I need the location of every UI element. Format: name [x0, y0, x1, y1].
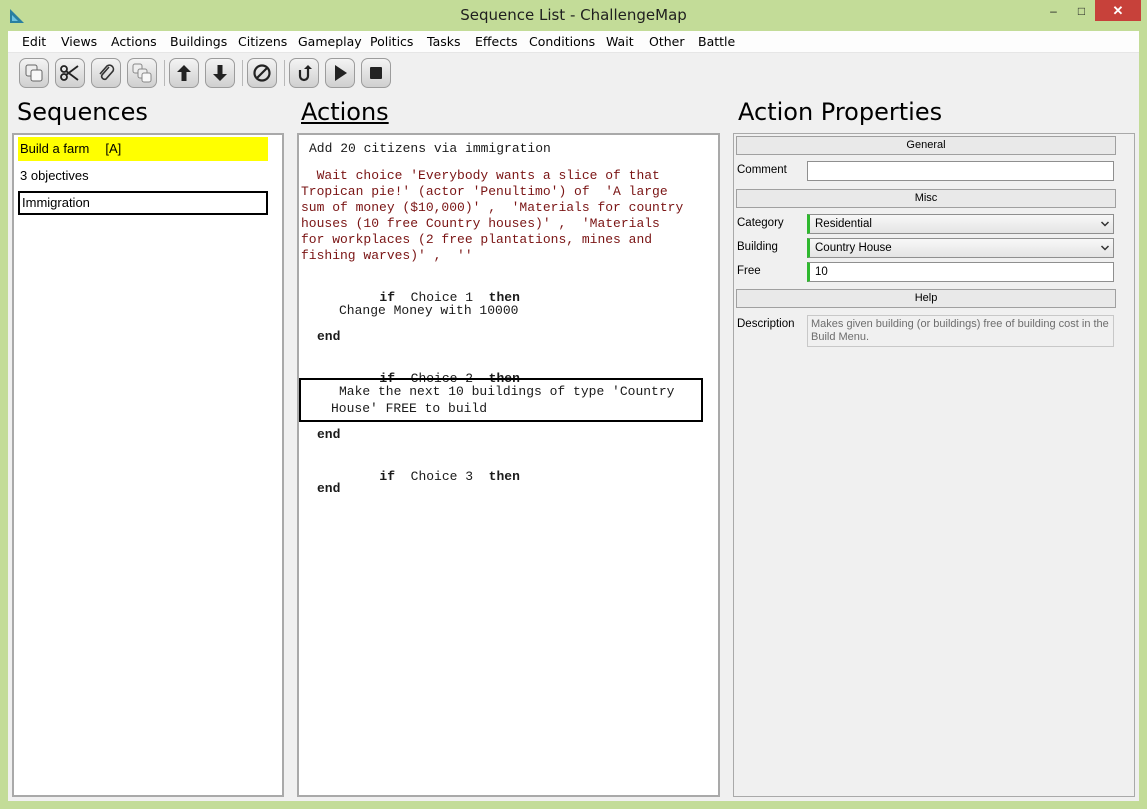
copy-icon [25, 64, 43, 82]
building-value: Country House [815, 242, 892, 254]
toolbar [8, 54, 1139, 92]
menu-buildings[interactable]: Buildings [170, 34, 227, 49]
move-up-button[interactable] [169, 58, 199, 88]
comment-label: Comment [737, 164, 787, 176]
menu-actions[interactable]: Actions [111, 34, 157, 49]
actions-title: Actions [301, 98, 389, 126]
paste-icon [99, 64, 115, 81]
action-wait-choice-line[interactable]: Tropican pie!' (actor 'Penultimo') of 'A… [301, 184, 668, 199]
sequence-item-label: 3 objectives [20, 168, 89, 183]
sequence-item-immigration[interactable]: Immigration [18, 191, 268, 215]
sequence-item-tag: [A] [105, 141, 122, 156]
category-label: Category [737, 217, 784, 229]
menu-views[interactable]: Views [61, 34, 97, 49]
action-wait-choice-line[interactable]: fishing warves)' , '' [301, 248, 473, 263]
sequence-item-label: Immigration [22, 195, 90, 210]
undo-button[interactable] [289, 58, 319, 88]
minimize-button[interactable]: – [1040, 0, 1067, 21]
duplicate-icon [132, 63, 152, 83]
disable-button[interactable] [247, 58, 277, 88]
then-keyword: then [488, 469, 520, 484]
free-field[interactable]: 10 [807, 262, 1114, 282]
chevron-down-icon [1100, 221, 1110, 227]
action-wait-choice-line[interactable]: sum of money ($10,000)' , 'Materials for… [301, 200, 683, 215]
action-change-money[interactable]: Change Money with 10000 [339, 303, 518, 318]
action-end[interactable]: end [317, 481, 340, 496]
arrow-up-icon [177, 65, 191, 81]
action-wait-choice-line[interactable]: for workplaces (2 free plantations, mine… [301, 232, 652, 247]
action-wait-choice-line[interactable]: Wait choice 'Everybody wants a slice of … [301, 168, 660, 183]
duplicate-button[interactable] [127, 58, 157, 88]
copy-button[interactable] [19, 58, 49, 88]
action-end[interactable]: end [317, 427, 340, 442]
paste-button[interactable] [91, 58, 121, 88]
sequence-list[interactable]: Build a farm [A] 3 objectives Immigration [12, 133, 284, 797]
action-wait-choice-line[interactable]: houses (10 free Country houses)' , 'Mate… [301, 216, 660, 231]
action-add-citizens[interactable]: Add 20 citizens via immigration [309, 141, 551, 156]
description-label: Description [737, 318, 795, 330]
menu-politics[interactable]: Politics [370, 34, 413, 49]
menu-citizens[interactable]: Citizens [238, 34, 287, 49]
cut-button[interactable] [55, 58, 85, 88]
sequence-item-label: Build a farm [20, 141, 90, 156]
help-section-header[interactable]: Help [736, 289, 1116, 308]
action-free-buildings-line: House' FREE to build [331, 401, 488, 416]
condition-text: Choice 3 [410, 469, 474, 484]
general-section-header[interactable]: General [736, 136, 1116, 155]
menu-wait[interactable]: Wait [606, 34, 634, 49]
properties-grid: General Comment Misc Category Residentia… [733, 133, 1135, 797]
client-area: Edit Views Actions Buildings Citizens Ga… [8, 31, 1139, 801]
building-select[interactable]: Country House [807, 238, 1114, 258]
stop-button[interactable] [361, 58, 391, 88]
menu-edit[interactable]: Edit [22, 34, 46, 49]
play-icon [335, 65, 347, 81]
app-window: Sequence List - ChallengeMap – □ ✕ Edit … [0, 0, 1147, 809]
window-title: Sequence List - ChallengeMap [460, 6, 687, 24]
misc-section-header[interactable]: Misc [736, 189, 1116, 208]
action-end[interactable]: end [317, 329, 340, 344]
toolbar-separator [284, 60, 285, 86]
stop-icon [370, 67, 382, 79]
close-button[interactable]: ✕ [1095, 0, 1141, 21]
play-button[interactable] [325, 58, 355, 88]
toolbar-separator [242, 60, 243, 86]
if-keyword: if [379, 469, 396, 484]
maximize-button[interactable]: □ [1068, 0, 1095, 21]
sequence-item-3-objectives[interactable]: 3 objectives [18, 164, 268, 188]
sequences-title: Sequences [17, 98, 148, 126]
chevron-down-icon [1100, 245, 1110, 251]
menu-other[interactable]: Other [649, 34, 685, 49]
properties-title: Action Properties [738, 98, 943, 126]
undo-icon [298, 65, 312, 82]
disable-icon [253, 64, 271, 82]
menu-effects[interactable]: Effects [475, 34, 518, 49]
arrow-down-icon [213, 65, 227, 81]
action-list[interactable]: Add 20 citizens via immigration Wait cho… [297, 133, 720, 797]
description-field: Makes given building (or buildings) free… [807, 315, 1114, 347]
building-label: Building [737, 241, 778, 253]
action-if-choice-3[interactable]: if Choice 3 then [317, 454, 520, 499]
title-bar[interactable]: Sequence List - ChallengeMap – □ ✕ [0, 0, 1147, 31]
menu-bar: Edit Views Actions Buildings Citizens Ga… [8, 31, 1139, 53]
category-value: Residential [815, 218, 872, 230]
action-free-buildings-line: Make the next 10 buildings of type 'Coun… [339, 384, 675, 399]
menu-conditions[interactable]: Conditions [529, 34, 595, 49]
menu-gameplay[interactable]: Gameplay [298, 34, 362, 49]
toolbar-separator [164, 60, 165, 86]
sequence-item-build-a-farm[interactable]: Build a farm [A] [18, 137, 268, 161]
category-select[interactable]: Residential [807, 214, 1114, 234]
cut-icon [60, 65, 79, 81]
free-label: Free [737, 265, 761, 277]
move-down-button[interactable] [205, 58, 235, 88]
menu-battle[interactable]: Battle [698, 34, 735, 49]
menu-tasks[interactable]: Tasks [427, 34, 461, 49]
comment-field[interactable] [807, 161, 1114, 181]
